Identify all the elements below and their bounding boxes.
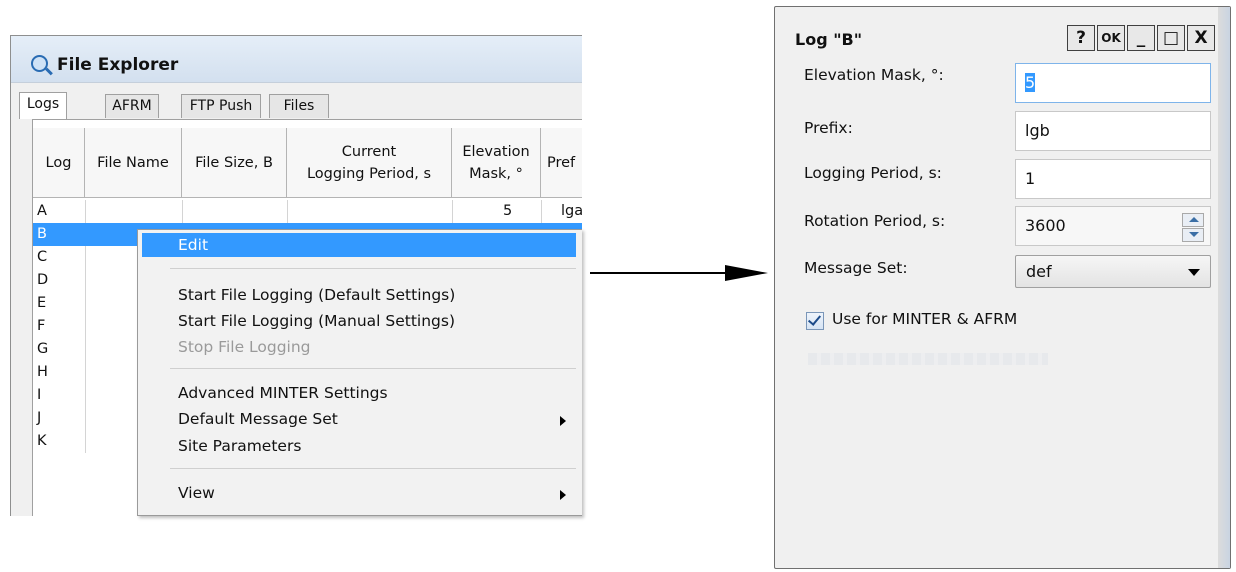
cell-log: H (37, 364, 48, 380)
prefix-input[interactable]: lgb (1015, 111, 1211, 151)
menu-item-start-manual[interactable]: Start File Logging (Manual Settings) (178, 312, 455, 330)
file-explorer-title-bar: File Explorer (11, 36, 582, 83)
file-explorer-title: File Explorer (57, 55, 179, 75)
submenu-arrow-icon (560, 490, 566, 500)
help-button[interactable]: ? (1067, 25, 1095, 51)
elevation-mask-value: 5 (1025, 73, 1036, 92)
chevron-down-icon (1188, 269, 1200, 276)
menu-item-default-message-set[interactable]: Default Message Set (178, 410, 338, 428)
logging-period-input[interactable]: 1 (1015, 159, 1211, 199)
spin-down-icon[interactable] (1182, 228, 1204, 242)
column-header-prefix[interactable]: Pref (541, 128, 582, 198)
elevation-mask-label: Elevation Mask, °: (804, 66, 944, 84)
cell-log: I (37, 387, 42, 403)
tab-logs[interactable]: Logs (19, 92, 67, 119)
close-button[interactable]: X (1187, 25, 1215, 51)
cell-log: K (37, 433, 47, 449)
ok-button[interactable]: OK (1097, 25, 1125, 51)
cell-log: B (37, 226, 47, 242)
log-edit-dialog: Log "B" ? OK _ □ X Elevation Mask, °: 5 … (774, 6, 1231, 569)
cell-log: D (37, 272, 49, 288)
tab-afrm[interactable]: AFRM (105, 94, 159, 118)
elevation-mask-input[interactable]: 5 (1015, 63, 1211, 103)
connector-arrow-icon (590, 265, 768, 281)
cell-log: G (37, 341, 49, 357)
message-set-value: def (1026, 262, 1052, 281)
minimize-button[interactable]: _ (1127, 25, 1155, 51)
use-for-minter-afrm-checkbox[interactable] (806, 312, 824, 330)
faded-artifact (808, 353, 1048, 365)
tab-ftp-push[interactable]: FTP Push (181, 94, 261, 118)
dialog-title: Log "B" (795, 30, 863, 49)
column-header-file-size[interactable]: File Size, B (182, 128, 287, 198)
menu-item-advanced-minter[interactable]: Advanced MINTER Settings (178, 384, 388, 402)
column-header-elevation-mask[interactable]: Elevation Mask, ° (452, 128, 541, 198)
cell-prefix: lga (561, 203, 582, 219)
rotation-period-stepper[interactable]: 3600 (1015, 206, 1211, 246)
tab-files[interactable]: Files (269, 94, 329, 118)
column-header-logging-period[interactable]: Current Logging Period, s (287, 128, 452, 198)
message-set-dropdown[interactable]: def (1015, 255, 1211, 288)
cell-log: C (37, 249, 48, 265)
magnifier-icon (31, 55, 48, 72)
menu-item-edit[interactable]: Edit (142, 233, 576, 257)
rotation-period-value: 3600 (1025, 216, 1066, 235)
cell-log: J (37, 410, 42, 426)
cell-elevation-mask: 5 (503, 203, 513, 219)
use-for-minter-afrm-label: Use for MINTER & AFRM (832, 310, 1018, 328)
cell-log: F (37, 318, 46, 334)
spinner (1182, 213, 1204, 242)
table-row[interactable]: A 5 lga (33, 200, 582, 223)
submenu-arrow-icon (560, 416, 566, 426)
menu-separator (170, 368, 576, 369)
menu-item-view[interactable]: View (178, 484, 215, 502)
menu-separator (170, 468, 576, 469)
message-set-label: Message Set: (804, 259, 908, 277)
menu-item-start-default[interactable]: Start File Logging (Default Settings) (178, 286, 455, 304)
cell-log: A (37, 203, 47, 219)
prefix-label: Prefix: (804, 119, 853, 137)
cell-log: E (37, 295, 47, 311)
context-menu: Edit Start File Logging (Default Setting… (137, 229, 582, 516)
menu-separator (170, 268, 576, 269)
logging-period-label: Logging Period, s: (804, 164, 942, 182)
menu-item-stop-logging[interactable]: Stop File Logging (178, 338, 311, 356)
rotation-period-label: Rotation Period, s: (804, 212, 946, 230)
menu-item-site-parameters[interactable]: Site Parameters (178, 437, 301, 455)
column-header-log[interactable]: Log (33, 128, 85, 198)
spin-up-icon[interactable] (1182, 213, 1204, 227)
maximize-button[interactable]: □ (1157, 25, 1185, 51)
column-header-file-name[interactable]: File Name (85, 128, 182, 198)
